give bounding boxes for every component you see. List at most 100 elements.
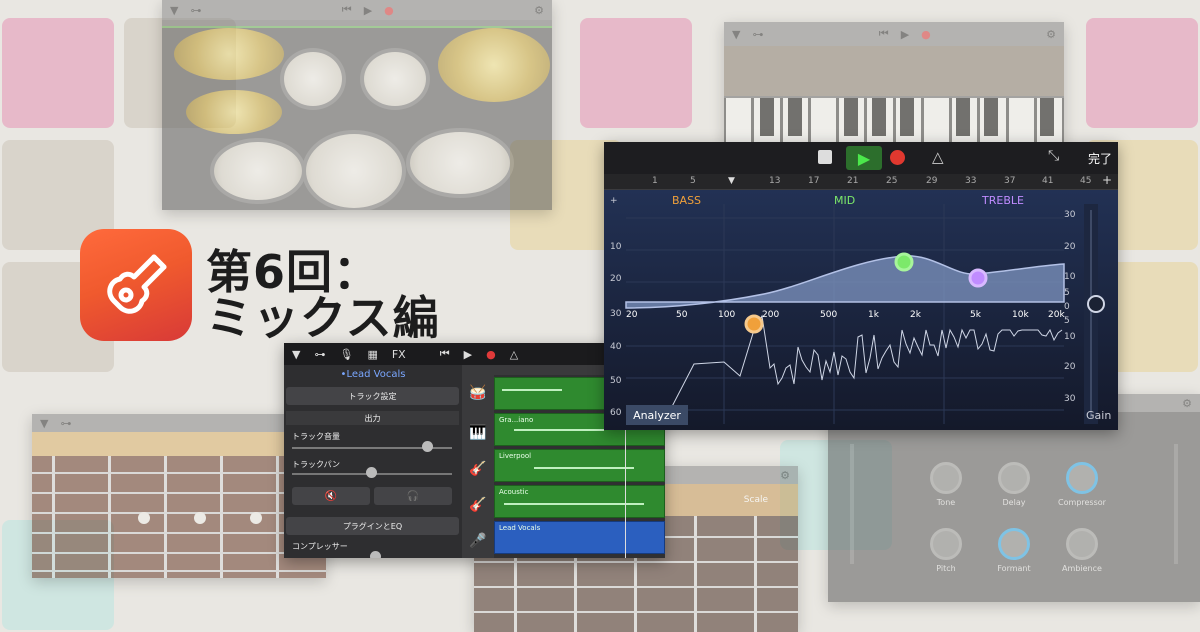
done-button[interactable]: 完了	[1088, 150, 1112, 167]
scale-label: Scale	[743, 495, 768, 505]
fretboard[interactable]	[32, 456, 326, 578]
piano-black-key[interactable]	[760, 98, 774, 136]
metronome-icon[interactable]: △	[932, 148, 944, 166]
ambience-knob[interactable]	[1066, 528, 1098, 560]
guitar-icon	[107, 254, 167, 314]
drums-window: ▼ ⊶ ⏮ ▶ ● ⚙	[162, 0, 552, 210]
settings-icon[interactable]: ⚙	[1182, 397, 1192, 410]
piano-black-key[interactable]	[872, 98, 886, 136]
settings-icon[interactable]: ⚙	[780, 469, 790, 482]
piano-track-icon[interactable]: 🎹	[468, 425, 488, 445]
plugins-eq-button[interactable]: プラグインとEQ	[286, 517, 459, 535]
record-icon[interactable]: ●	[486, 348, 496, 361]
record-icon[interactable]: ●	[384, 4, 394, 17]
keyboard-window: ▼ ⊶ ⏮ ▶ ● ⚙	[724, 22, 1064, 146]
freq-label: 20k	[1048, 310, 1065, 320]
rewind-icon[interactable]: ⏮	[440, 347, 450, 361]
pan-slider-thumb[interactable]	[366, 467, 377, 478]
record-button[interactable]	[890, 150, 905, 165]
freq-label: 2k	[910, 310, 921, 320]
drums-track-icon[interactable]: 🥁	[468, 385, 488, 405]
fx-button[interactable]: FX	[392, 348, 406, 361]
bass-eq-handle[interactable]	[744, 314, 764, 334]
grid-icon[interactable]: ▦	[367, 348, 377, 361]
settings-icon[interactable]: ⚙	[1046, 28, 1056, 41]
tom-drum[interactable]	[360, 48, 430, 110]
compressor-knob[interactable]	[1066, 462, 1098, 494]
settings-icon[interactable]: ⚙	[534, 4, 544, 17]
output-slider[interactable]	[1174, 444, 1178, 564]
mixer-icon[interactable]: ⊶	[60, 417, 71, 430]
region-guitar[interactable]: Liverpool	[494, 449, 665, 482]
play-icon[interactable]: ▶	[364, 4, 372, 17]
play-button[interactable]: ▶	[846, 146, 882, 170]
mixer-icon[interactable]: ⊶	[314, 348, 325, 361]
volume-slider-thumb[interactable]	[422, 441, 433, 452]
track-settings-label: トラック設定	[348, 391, 397, 401]
kick-drum[interactable]	[302, 130, 406, 210]
stop-button[interactable]	[818, 150, 832, 164]
play-icon[interactable]: ▶	[901, 28, 909, 41]
ruler-tick: 29	[926, 176, 938, 186]
mixer-icon[interactable]: ⊶	[752, 28, 763, 41]
piano-black-key[interactable]	[900, 98, 914, 136]
freq-label: 10k	[1012, 310, 1029, 320]
piano-black-key[interactable]	[1040, 98, 1054, 136]
piano-white-keys[interactable]	[724, 98, 1064, 146]
playhead-marker[interactable]: ▼	[728, 176, 735, 186]
bass-band-label: BASS	[672, 194, 702, 207]
solo-button[interactable]: 🎧	[374, 487, 452, 505]
piano-black-key[interactable]	[984, 98, 998, 136]
input-slider[interactable]	[850, 444, 854, 564]
formant-knob[interactable]	[998, 528, 1030, 560]
metronome-icon[interactable]: △	[510, 348, 518, 361]
axis-label: 30	[1064, 210, 1076, 220]
mid-eq-handle[interactable]	[894, 252, 914, 272]
treble-band-label: TREBLE	[982, 194, 1024, 207]
track-icons-column: 🥁 🎹 🎸 🎸 🎤	[462, 365, 494, 558]
pan-label: トラックパン	[292, 460, 340, 469]
piano-black-key[interactable]	[788, 98, 802, 136]
menu-icon[interactable]: ▼	[170, 4, 178, 17]
mixer-icon[interactable]: ⊶	[190, 4, 201, 17]
delay-knob[interactable]	[998, 462, 1030, 494]
add-icon[interactable]: +	[1102, 173, 1112, 187]
tone-knob[interactable]	[930, 462, 962, 494]
headphones-icon: 🎧	[406, 490, 420, 502]
analyzer-button[interactable]: Analyzer	[626, 405, 688, 425]
tom-drum[interactable]	[280, 48, 346, 110]
ride-cymbal[interactable]	[438, 28, 550, 102]
microphone-track-icon[interactable]: 🎤	[468, 533, 488, 553]
region-lead-vocals[interactable]: Lead Vocals	[494, 521, 665, 554]
track-settings-button[interactable]: トラック設定	[286, 387, 459, 405]
treble-eq-handle[interactable]	[968, 268, 988, 288]
output-section-header: 出力	[286, 411, 459, 425]
menu-icon[interactable]: ▼	[732, 28, 740, 41]
record-icon[interactable]: ●	[921, 28, 931, 41]
menu-icon[interactable]: ▼	[40, 417, 48, 430]
hihat-cymbal[interactable]	[186, 90, 282, 134]
play-icon[interactable]: ▶	[464, 348, 472, 361]
crash-cymbal[interactable]	[174, 28, 284, 80]
snare-drum[interactable]	[210, 138, 306, 204]
collapse-icon[interactable]: ⤡	[1048, 148, 1059, 164]
microphone-icon[interactable]: 🎙	[339, 348, 353, 361]
ruler-tick: 17	[808, 176, 820, 186]
region-acoustic[interactable]: Acoustic	[494, 485, 665, 518]
pitch-knob[interactable]	[930, 528, 962, 560]
menu-icon[interactable]: ▼	[292, 348, 300, 361]
rewind-icon[interactable]: ⏮	[879, 27, 889, 41]
mute-button[interactable]: 🔇	[292, 487, 370, 505]
piano-black-key[interactable]	[956, 98, 970, 136]
timeline-ruler	[604, 174, 1118, 190]
midi-notes	[504, 503, 644, 505]
compressor-slider-thumb[interactable]	[370, 551, 381, 558]
floor-tom-drum[interactable]	[406, 128, 514, 198]
guitar-track-icon[interactable]: 🎸	[468, 461, 488, 481]
pad	[1086, 18, 1198, 128]
rewind-icon[interactable]: ⏮	[342, 3, 352, 17]
acoustic-guitar-track-icon[interactable]: 🎸	[468, 497, 488, 517]
knob-label: Ambience	[1062, 564, 1102, 573]
piano-black-key[interactable]	[844, 98, 858, 136]
gain-slider-thumb[interactable]	[1087, 295, 1105, 313]
